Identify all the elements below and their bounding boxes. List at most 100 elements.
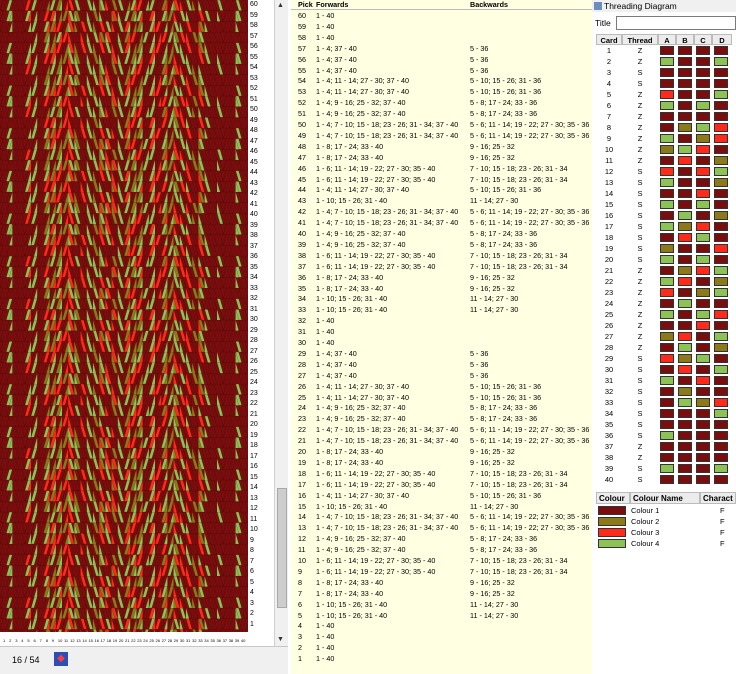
pick-number: 51 — [298, 109, 306, 119]
scroll-down-icon[interactable]: ▼ — [277, 636, 284, 643]
ruler-pick-label: 49 — [250, 116, 258, 124]
ruler-card-label: 35 — [210, 638, 215, 643]
ruler-pick-label: 7 — [250, 557, 254, 565]
backwards-cards: 5 - 36 — [470, 43, 489, 53]
ruler-pick-label: 26 — [250, 358, 258, 365]
backwards-cards: 5 - 10; 15 - 26; 31 - 36 — [470, 76, 542, 86]
forwards-cards: 1 - 4; 9 - 16; 25 - 32; 37 - 40 — [316, 229, 406, 238]
ruler-card-label: 37 — [223, 638, 228, 643]
ruler-card-label: 27 — [162, 638, 167, 643]
tablet-weaving-app: 60 59 58 57 56 55 54 53 52 51 50 49 48 47 46 45 44 43 42 41… — [0, 0, 736, 674]
forwards-cards: 1 - 4; 9 - 16; 25 - 32; 37 - 40 — [316, 98, 406, 108]
ruler-card-label: 24 — [143, 638, 148, 643]
ruler-card-label: 5 — [27, 638, 30, 643]
ruler-pick-label: 40 — [250, 211, 258, 218]
pick-number: 59 — [298, 21, 306, 31]
forwards-cards: 1 - 40 — [316, 21, 335, 31]
ruler-pick-label: 24 — [250, 379, 258, 386]
ruler-pick-label: 6 — [250, 568, 254, 575]
pick-number: 54 — [298, 76, 306, 86]
ruler-pick-label: 13 — [250, 494, 258, 502]
ruler-pick-label: 39 — [250, 221, 258, 229]
backwards-cards: 5 - 8; 17 - 24; 33 - 36 — [470, 109, 538, 119]
ruler-card-label: 25 — [149, 638, 154, 643]
ruler-pick-label: 30 — [250, 316, 258, 323]
ruler-card-label: 14 — [82, 638, 87, 643]
pattern-icon[interactable]: ◆ — [54, 652, 68, 666]
ruler-card-label: 4 — [21, 638, 24, 643]
backwards-cards: 7 - 10; 15 - 18; 23 - 26; 31 - 34 — [470, 163, 568, 173]
pick-number: 42 — [298, 207, 306, 217]
backwards-cards: 5 - 6; 11 - 14; 19 - 22; 27 - 30; 35 - 3… — [470, 120, 590, 129]
ruler-pick-label: 17 — [250, 452, 258, 460]
ruler-pick-label: 35 — [250, 263, 258, 271]
ruler-pick-label: 51 — [250, 95, 258, 103]
forwards-cards: 1 - 6; 11 - 14; 19 - 22; 27 - 30; 35 - 4… — [316, 163, 436, 173]
ruler-card-label: 17 — [101, 638, 106, 643]
ruler-pick-label: 10 — [250, 526, 258, 533]
card-number-ruler: 1 2 3 4 5 6 7 8 9 10 11 12 13 14 15 16 17 18 19 20 21 22 23 24 2… — [0, 632, 248, 644]
pick-number: 45 — [298, 174, 306, 184]
ruler-card-label: 16 — [95, 638, 100, 643]
ruler-pick-label: 43 — [250, 179, 258, 187]
ruler-pick-label: 5 — [250, 578, 254, 586]
status-bar: 16 / 54 ◆ — [0, 646, 288, 674]
ruler-pick-label: 56 — [250, 43, 258, 50]
ruler-card-label: 6 — [34, 638, 37, 643]
pick-column-header[interactable]: Pick — [298, 0, 313, 10]
ruler-card-label: 23 — [137, 638, 142, 643]
pick-number: 44 — [298, 185, 306, 195]
ruler-card-label: 1 — [3, 638, 6, 643]
pick-number: 53 — [298, 87, 306, 97]
forwards-column-header[interactable]: Forwards — [316, 0, 348, 10]
forwards-cards: 1 - 40 — [316, 11, 335, 20]
ruler-card-label: 13 — [76, 638, 81, 643]
ruler-card-label: 31 — [186, 638, 191, 643]
ruler-pick-label: 44 — [250, 169, 258, 176]
ruler-card-label: 33 — [198, 638, 203, 643]
ruler-card-label: 34 — [204, 638, 209, 643]
ruler-pick-label: 28 — [250, 337, 258, 344]
ruler-pick-label: 3 — [250, 599, 254, 607]
ruler-pick-label: 59 — [250, 11, 258, 19]
ruler-pick-label: 47 — [250, 137, 258, 145]
backwards-cards: 9 - 16; 25 - 32 — [470, 152, 515, 162]
forwards-cards: 1 - 10; 15 - 26; 31 - 40 — [316, 196, 388, 206]
scroll-up-icon[interactable]: ▲ — [277, 2, 284, 9]
forwards-cards: 1 - 6; 11 - 14; 19 - 22; 27 - 30; 35 - 4… — [316, 174, 436, 184]
ruler-pick-label: 48 — [250, 127, 258, 134]
ruler-card-label: 38 — [229, 638, 234, 643]
pattern-scrollbar[interactable]: ▲ ▼ — [274, 0, 288, 646]
ruler-card-label: 19 — [113, 638, 118, 643]
ruler-pick-label: 18 — [250, 442, 258, 449]
pick-number: 43 — [298, 196, 306, 206]
backwards-cards: 7 - 10; 15 - 18; 23 - 26; 31 - 34 — [470, 174, 568, 184]
backwards-cards: 5 - 10; 15 - 26; 31 - 36 — [470, 87, 542, 97]
forwards-cards: 1 - 4; 9 - 16; 25 - 32; 37 - 40 — [316, 109, 406, 119]
backwards-column-header[interactable]: Backwards — [470, 0, 508, 10]
weaving-pattern-canvas[interactable] — [0, 0, 248, 640]
ruler-pick-label: 34 — [250, 274, 258, 281]
ruler-pick-label: 22 — [250, 400, 258, 407]
scrollbar-thumb[interactable] — [277, 488, 287, 608]
ruler-card-label: 40 — [241, 638, 246, 643]
ruler-pick-label: 36 — [250, 253, 258, 260]
ruler-pick-label: 54 — [250, 64, 258, 71]
backwards-cards: 5 - 10; 15 - 26; 31 - 36 — [470, 185, 542, 195]
ruler-pick-label: 53 — [250, 74, 258, 82]
pick-number: 60 — [298, 11, 306, 20]
ruler-card-label: 12 — [70, 638, 75, 643]
ruler-card-label: 36 — [217, 638, 222, 643]
ruler-pick-label: 9 — [250, 536, 254, 544]
ruler-pick-label: 12 — [250, 505, 258, 512]
forwards-cards: 1 - 4; 7 - 10; 15 - 18; 23 - 26; 31 - 34… — [316, 218, 459, 228]
ruler-pick-label: 60 — [250, 1, 258, 8]
pick-number: 46 — [298, 163, 306, 173]
pick-number: 48 — [298, 141, 306, 151]
backwards-cards: 5 - 6; 11 - 14; 19 - 22; 27 - 30; 35 - 3… — [470, 218, 590, 228]
backwards-cards: 5 - 6; 11 - 14; 19 - 22; 27 - 30; 35 - 3… — [470, 207, 590, 217]
ruler-pick-label: 37 — [250, 242, 258, 250]
ruler-card-label: 32 — [192, 638, 197, 643]
ruler-pick-label: 14 — [250, 484, 258, 491]
ruler-card-label: 2 — [9, 638, 12, 643]
